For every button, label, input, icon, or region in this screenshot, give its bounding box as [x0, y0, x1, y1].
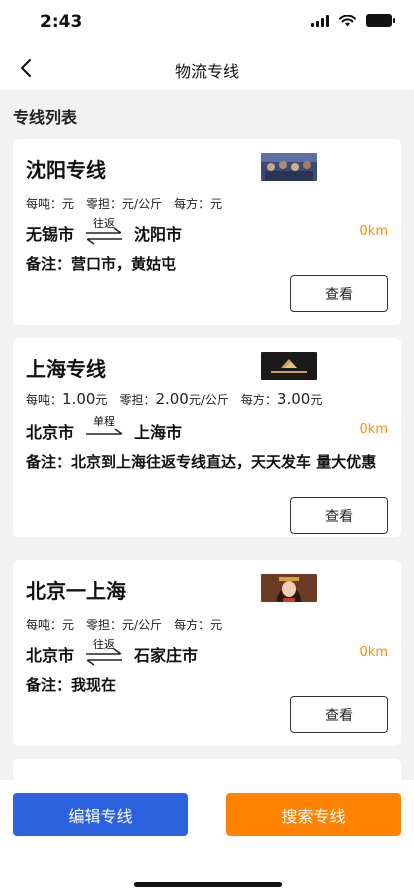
distance-value: 0km [359, 422, 388, 437]
price-ton: 每吨：1.00元 [26, 390, 108, 408]
battery-icon [366, 14, 395, 27]
status-bar: 2:43 [0, 0, 414, 46]
route: 北京市 单程 上海市 [26, 415, 183, 444]
status-time: 2:43 [40, 12, 83, 32]
line-card[interactable]: 沈阳专线 每吨：元 零担：元/公斤 每方：元 无锡市 往返 沈阳市 0km 备注… [13, 139, 401, 325]
price-cubic: 每方：元 [174, 197, 223, 211]
price-piece: 零担：2.00元/公斤 [119, 390, 229, 408]
price-row: 每吨：1.00元 零担：2.00元/公斤 每方：3.00元 [26, 390, 322, 408]
route-from: 无锡市 [26, 225, 75, 244]
line-list[interactable]: 专线列表 沈阳专线 每吨：元 零担：元/公斤 每方：元 无锡市 往返 沈阳市 0… [0, 90, 414, 780]
card-thumbnail [261, 153, 317, 181]
price-row: 每吨：元 零担：元/公斤 每方：元 [26, 195, 222, 212]
route: 北京市 往返 石家庄市 [26, 638, 199, 667]
card-note: 备注：北京到上海往返专线直达，天天发车 量大优惠 [26, 453, 377, 471]
route-to: 上海市 [134, 423, 183, 442]
price-row: 每吨：元 零担：元/公斤 每方：元 [26, 616, 222, 633]
card-thumbnail [261, 352, 317, 380]
card-note: 备注：我现在 [26, 676, 117, 694]
nav-bar: 物流专线 [0, 46, 414, 90]
search-line-button[interactable]: 搜索专线 [226, 793, 401, 836]
view-button[interactable]: 查看 [290, 497, 388, 534]
route-to: 沈阳市 [134, 225, 183, 244]
bottom-action-bar: 编辑专线 搜索专线 [0, 780, 414, 896]
edit-line-button[interactable]: 编辑专线 [13, 793, 188, 836]
view-button[interactable]: 查看 [290, 696, 388, 733]
price-piece: 零担：元/公斤 [86, 197, 163, 211]
home-indicator [134, 882, 282, 887]
distance-value: 0km [359, 645, 388, 660]
price-cubic: 每方：3.00元 [240, 390, 323, 408]
card-title: 沈阳专线 [26, 158, 106, 182]
section-title: 专线列表 [13, 108, 78, 127]
price-piece: 零担：元/公斤 [86, 618, 163, 632]
signal-icon [311, 14, 329, 27]
card-thumbnail [261, 574, 317, 602]
line-card[interactable]: 上海专线 每吨：1.00元 零担：2.00元/公斤 每方：3.00元 北京市 单… [13, 338, 401, 537]
view-button[interactable]: 查看 [290, 275, 388, 312]
one-way-arrow-icon: 单程 [84, 415, 124, 444]
price-ton: 每吨：元 [26, 618, 75, 632]
price-cubic: 每方：元 [174, 618, 223, 632]
line-card[interactable] [13, 759, 401, 780]
route-to: 石家庄市 [134, 646, 199, 665]
distance-value: 0km [359, 224, 388, 239]
card-note: 备注：营口市，黄姑屯 [26, 255, 177, 273]
price-ton: 每吨：元 [26, 197, 75, 211]
route-from: 北京市 [26, 423, 75, 442]
round-trip-arrow-icon: 往返 [84, 638, 124, 667]
route: 无锡市 往返 沈阳市 [26, 217, 183, 246]
page-title: 物流专线 [174, 62, 239, 81]
card-title: 上海专线 [26, 357, 106, 381]
route-from: 北京市 [26, 646, 75, 665]
card-title: 北京一上海 [26, 579, 126, 603]
status-icons [311, 14, 395, 27]
round-trip-arrow-icon: 往返 [84, 217, 124, 246]
wifi-icon [339, 14, 356, 26]
line-card[interactable]: 北京一上海 每吨：元 零担：元/公斤 每方：元 北京市 往返 石家庄市 0km … [13, 560, 401, 746]
